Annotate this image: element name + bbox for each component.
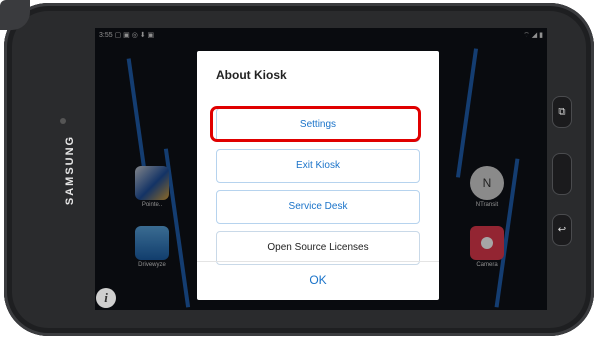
ok-button[interactable]: OK	[197, 273, 439, 287]
dialog-divider	[197, 261, 439, 262]
front-camera	[60, 118, 66, 124]
dialog-title: About Kiosk	[216, 68, 287, 82]
home-key[interactable]	[552, 153, 572, 195]
back-icon: ↩	[557, 224, 567, 236]
open-source-licenses-button[interactable]: Open Source Licenses	[216, 231, 420, 265]
back-key[interactable]: ↩	[552, 214, 572, 246]
service-desk-button[interactable]: Service Desk	[216, 190, 420, 224]
info-button[interactable]: i	[96, 288, 116, 308]
brand-logo: SAMSUNG	[64, 134, 76, 206]
settings-highlight-box	[210, 106, 421, 142]
about-kiosk-dialog: About Kiosk Settings Exit Kiosk Service …	[197, 51, 439, 300]
recent-apps-key[interactable]: ⧉	[552, 96, 572, 128]
recent-apps-icon: ⧉	[558, 106, 566, 118]
exit-kiosk-button[interactable]: Exit Kiosk	[216, 149, 420, 183]
